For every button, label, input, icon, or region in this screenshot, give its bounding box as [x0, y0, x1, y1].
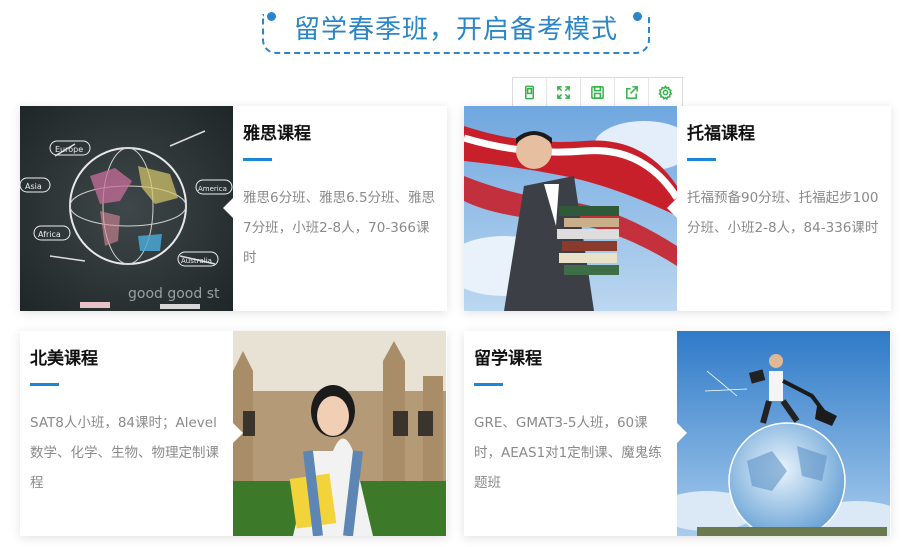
card-text-north-america: 北美课程 SAT8人小班，84课时；Alevel数学、化学、生物、物理定制课程 — [20, 331, 234, 536]
mobile-icon — [525, 85, 534, 99]
settings-button[interactable] — [649, 78, 682, 106]
card-title: 雅思课程 — [243, 124, 311, 144]
card-description: 雅思6分班、雅思6.5分班、雅思7分班，小班2-8人，70-366课时 — [243, 190, 436, 266]
save-button[interactable] — [581, 78, 615, 106]
student-university-image — [233, 331, 446, 536]
mobile-button[interactable] — [513, 78, 547, 106]
businessman-globe-image — [677, 331, 890, 536]
card-notch — [677, 423, 687, 443]
card-notch — [223, 198, 233, 218]
course-card-ielts[interactable]: Europe Asia America Africa Australia goo… — [20, 106, 447, 311]
share-button[interactable] — [615, 78, 649, 106]
page-heading: 留学春季班，开启备考模式 — [290, 12, 622, 48]
fullscreen-button[interactable] — [547, 78, 581, 106]
svg-text:America: America — [198, 185, 227, 193]
save-icon — [591, 85, 604, 99]
svg-text:Asia: Asia — [25, 182, 42, 191]
card-description: SAT8人小班，84课时；Alevel数学、化学、生物、物理定制课程 — [30, 415, 219, 491]
title-underline — [243, 158, 272, 161]
title-underline — [474, 383, 503, 386]
heading-dot-left — [267, 12, 276, 21]
svg-text:Australia: Australia — [181, 257, 212, 265]
card-title: 托福课程 — [687, 124, 755, 144]
svg-text:Africa: Africa — [38, 230, 61, 239]
course-card-study-abroad[interactable]: 留学课程 GRE、GMAT3-5人班，60课时，AEAS1对1定制课、魔鬼练题班 — [464, 331, 891, 536]
card-text-ielts: 雅思课程 雅思6分班、雅思6.5分班、雅思7分班，小班2-8人，70-366课时 — [233, 106, 447, 311]
chalkboard-globe-image: Europe Asia America Africa Australia goo… — [20, 106, 233, 311]
card-description: GRE、GMAT3-5人班，60课时，AEAS1对1定制课、魔鬼练题班 — [474, 415, 662, 491]
title-underline — [687, 158, 716, 161]
card-title: 北美课程 — [30, 349, 98, 369]
card-notch — [233, 423, 243, 443]
svg-text:Europe: Europe — [55, 145, 83, 154]
card-title: 留学课程 — [474, 349, 542, 369]
card-notch — [667, 198, 677, 218]
course-card-toefl[interactable]: 托福课程 托福预备90分班、托福起步100分班、小班2-8人，84-336课时 — [464, 106, 891, 311]
heading-dot-right — [633, 12, 642, 21]
card-text-study-abroad: 留学课程 GRE、GMAT3-5人班，60课时，AEAS1对1定制课、魔鬼练题班 — [464, 331, 678, 536]
floating-toolbar — [512, 77, 683, 107]
man-with-books-image — [464, 106, 677, 311]
share-icon — [626, 85, 638, 99]
course-card-north-america[interactable]: 北美课程 SAT8人小班，84课时；Alevel数学、化学、生物、物理定制课程 — [20, 331, 447, 536]
card-text-toefl: 托福课程 托福预备90分班、托福起步100分班、小班2-8人，84-336课时 — [677, 106, 891, 311]
card-description: 托福预备90分班、托福起步100分班、小班2-8人，84-336课时 — [687, 190, 879, 236]
title-underline — [30, 383, 59, 386]
settings-icon — [658, 84, 673, 100]
svg-text:good good st: good good st — [128, 286, 220, 302]
fullscreen-icon — [557, 85, 570, 99]
